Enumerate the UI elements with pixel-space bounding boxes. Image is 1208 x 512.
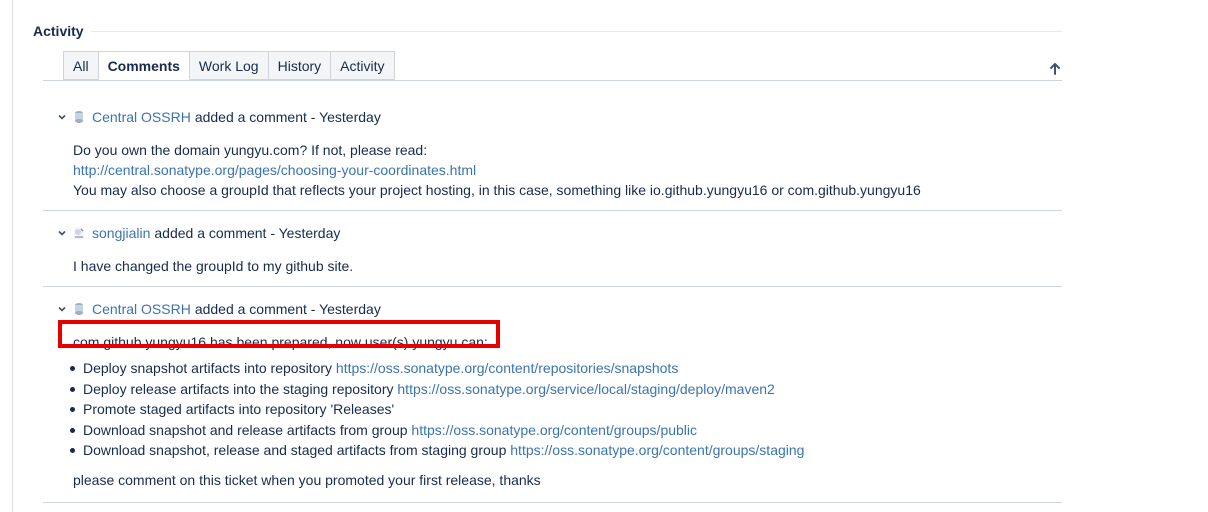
comment-text: You may also choose a groupId that refle… — [73, 182, 921, 198]
comment-item: Central OSSRH added a comment - Yesterda… — [43, 100, 1062, 211]
chevron-down-icon[interactable] — [57, 228, 67, 238]
comment-meta: added a comment - Yesterday — [154, 225, 341, 241]
activity-tabbar: All Comments Work Log History Activity — [43, 51, 1062, 81]
tab-work-log[interactable]: Work Log — [189, 51, 269, 80]
comment-header: Central OSSRH added a comment - Yesterda… — [57, 300, 381, 318]
list-item: Promote staged artifacts into repository… — [43, 399, 1062, 420]
section-title: Activity — [33, 23, 84, 39]
avatar-icon — [75, 111, 83, 123]
comment-item: songjialin added a comment - Yesterday I… — [43, 211, 1062, 287]
avatar-icon — [74, 227, 84, 239]
comment-body: I have changed the groupId to my github … — [73, 256, 1062, 276]
chevron-down-icon[interactable] — [57, 112, 67, 122]
comment-text: please comment on this ticket when you p… — [73, 471, 541, 488]
activity-section-header: Activity — [33, 22, 1062, 40]
comment-meta: added a comment - Yesterday — [194, 301, 381, 317]
chevron-down-icon[interactable] — [57, 304, 67, 314]
list-item: Deploy release artifacts into the stagin… — [43, 379, 1062, 400]
tab-activity[interactable]: Activity — [331, 51, 395, 80]
avatar-icon — [75, 303, 83, 315]
comment-text: Do you own the domain yungyu.com? If not… — [73, 142, 428, 158]
comment-meta: added a comment - Yesterday — [194, 109, 381, 125]
sort-order-arrow-up-icon[interactable] — [1048, 62, 1062, 76]
list-item: Deploy snapshot artifacts into repositor… — [43, 358, 1062, 379]
comment-item: Central OSSRH added a comment - Yesterda… — [43, 287, 1062, 503]
section-divider — [91, 31, 1062, 32]
left-divider — [12, 0, 13, 512]
highlighted-text: com.github.yungyu16 has been prepared, n… — [58, 320, 500, 352]
comment-body: com.github.yungyu16 has been prepared, n… — [58, 320, 1062, 490]
comment-author-link[interactable]: Central OSSRH — [92, 109, 191, 125]
tab-all[interactable]: All — [63, 51, 99, 80]
comment-author-link[interactable]: Central OSSRH — [92, 301, 191, 317]
staging-deploy-link[interactable]: https://oss.sonatype.org/service/local/s… — [397, 381, 774, 397]
comment-author-link[interactable]: songjialin — [92, 225, 150, 241]
public-group-link[interactable]: https://oss.sonatype.org/content/groups/… — [411, 422, 697, 438]
list-item: Download snapshot and release artifacts … — [43, 420, 1062, 441]
permissions-list: Deploy snapshot artifacts into repositor… — [43, 358, 1062, 461]
staging-group-link[interactable]: https://oss.sonatype.org/content/groups/… — [510, 442, 804, 458]
red-highlight-box — [58, 320, 500, 348]
comment-header: Central OSSRH added a comment - Yesterda… — [57, 108, 381, 126]
list-item: Download snapshot, release and staged ar… — [43, 440, 1062, 461]
tab-history[interactable]: History — [268, 51, 332, 80]
coordinates-guide-link[interactable]: http://central.sonatype.org/pages/choosi… — [73, 162, 476, 178]
comment-text: I have changed the groupId to my github … — [73, 258, 354, 274]
snapshots-repo-link[interactable]: https://oss.sonatype.org/content/reposit… — [336, 360, 678, 376]
comment-body: Do you own the domain yungyu.com? If not… — [73, 140, 1062, 200]
comment-header: songjialin added a comment - Yesterday — [57, 224, 340, 242]
tab-comments[interactable]: Comments — [98, 51, 190, 80]
